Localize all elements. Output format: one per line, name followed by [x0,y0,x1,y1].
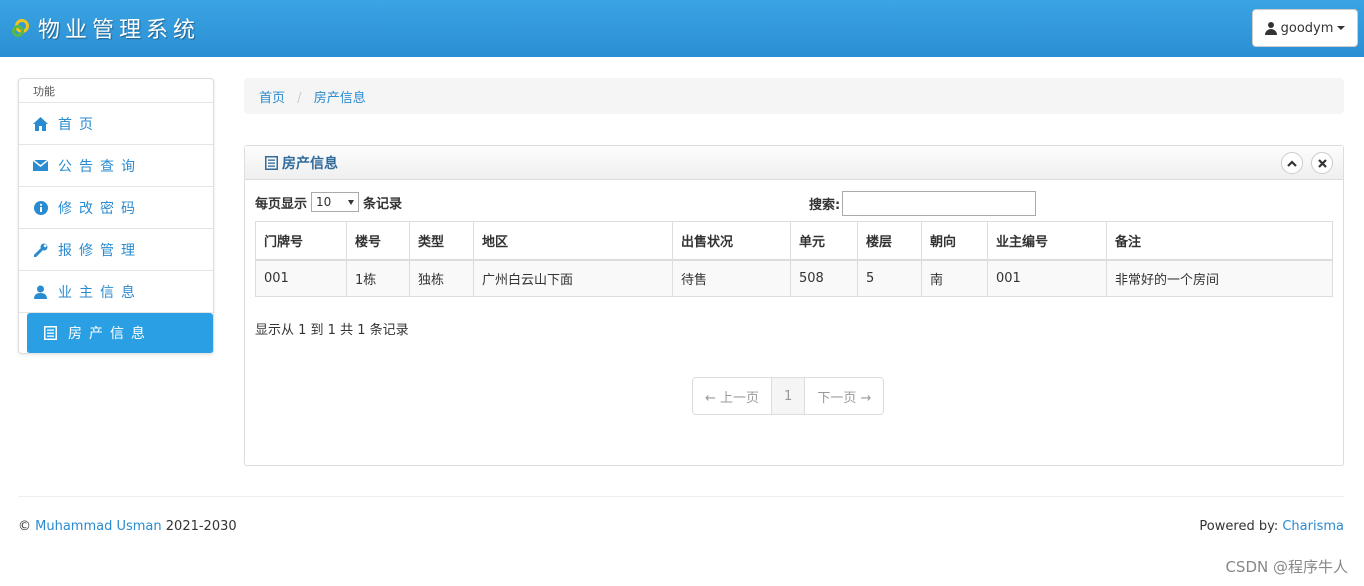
list-icon [43,326,58,341]
sidebar-item-properties[interactable]: 房产信息 [27,313,213,354]
envelope-icon [33,158,48,173]
breadcrumb-separator: / [297,91,302,106]
footer-powered: Powered by: Charisma [1199,519,1344,534]
page-length-prefix: 每页显示 [255,196,308,212]
table-cell: 508 [790,259,858,297]
sidebar-item-change-password[interactable]: 修改密码 [19,187,213,229]
user-icon [1264,21,1277,35]
author-link[interactable]: Muhammad Usman [35,519,162,534]
sidebar-item-label: 首页 [58,116,100,133]
table-cell: 广州白云山下面 [473,259,673,297]
copyright-years: 2021-2030 [165,519,237,534]
user-menu-button[interactable]: goodym [1252,9,1358,47]
pagination: ← 上一页 1 下一页 → [692,377,885,415]
sidebar-item-repairs[interactable]: 报修管理 [19,229,213,271]
search-label: 搜索: [809,198,841,213]
wrench-icon [33,242,48,257]
brand[interactable]: 物业管理系统 [12,12,200,44]
table-cell: 001 [255,259,347,297]
prev-page-button[interactable]: ← 上一页 [693,378,773,414]
column-header[interactable]: 出售状况 [672,221,791,261]
column-header[interactable]: 楼层 [857,221,922,261]
panel-title-text: 房产信息 [282,155,338,172]
user-icon [33,284,48,299]
user-name: goodym [1280,20,1334,36]
column-header[interactable]: 朝向 [921,221,988,261]
sidebar-item-notices[interactable]: 公告查询 [19,145,213,187]
page-length-suffix: 条记录 [363,196,403,212]
table-cell: 独栋 [409,259,474,297]
close-button[interactable] [1311,152,1333,174]
column-header[interactable]: 楼号 [346,221,410,261]
table-cell: 非常好的一个房间 [1106,259,1333,297]
panel-tools [1281,152,1333,174]
panel-title: 房产信息 [265,153,338,173]
sidebar-heading: 功能 [19,79,213,103]
app-title: 物业管理系统 [38,18,201,43]
logo-icon [12,17,34,39]
home-icon [33,116,48,131]
table-cell: 5 [857,259,922,297]
table-info: 显示从 1 到 1 共 1 条记录 [255,323,409,338]
table-cell: 001 [987,259,1107,297]
list-icon [265,155,278,170]
current-page-button[interactable]: 1 [772,378,806,414]
column-header[interactable]: 业主编号 [987,221,1107,261]
sidebar-item-label: 房产信息 [68,326,152,342]
panel-header: 房产信息 [245,146,1343,180]
powered-label: Powered by: [1199,519,1279,534]
powered-link[interactable]: Charisma [1282,519,1344,534]
footer-copyright: © Muhammad Usman 2021-2030 [18,519,237,534]
search-input[interactable] [842,191,1037,216]
footer-divider [18,496,1344,497]
sidebar-item-owners[interactable]: 业主信息 [19,271,213,313]
chevron-down-icon [348,199,355,205]
table-cell: 待售 [672,259,791,297]
copyright-symbol: © [18,519,31,534]
sidebar-item-label: 业主信息 [58,284,142,301]
page-length-control: 每页显示 10 条记录 [255,192,402,212]
page-length-value: 10 [316,195,332,209]
page-length-select[interactable]: 10 [311,192,360,212]
column-header[interactable]: 单元 [790,221,858,261]
column-header[interactable]: 备注 [1106,221,1333,261]
close-icon [1317,158,1327,168]
sidebar-item-home[interactable]: 首页 [19,103,213,145]
column-header[interactable]: 地区 [473,221,673,261]
watermark: CSDN @程序牛人 [1225,558,1348,576]
info-icon [33,200,48,215]
table-row[interactable]: 001 1栋 独栋 广州白云山下面 待售 508 5 南 001 非常好的一个房… [255,259,1333,297]
sidebar: 功能 首页 公告查询 修改密码 报修管理 业主信息 房产信息 [18,78,214,354]
top-navbar: 物业管理系统 goodym [0,0,1364,57]
breadcrumb-home-link[interactable]: 首页 [259,91,285,106]
sidebar-item-label: 修改密码 [58,200,142,217]
collapse-button[interactable] [1281,152,1303,174]
table-cell: 南 [921,259,988,297]
breadcrumb-current[interactable]: 房产信息 [314,91,366,106]
search-control: 搜索: [809,191,1037,216]
sidebar-item-label: 公告查询 [58,158,142,175]
column-header[interactable]: 门牌号 [255,221,347,261]
column-header[interactable]: 类型 [409,221,474,261]
next-page-button[interactable]: 下一页 → [805,378,883,414]
chevron-down-icon [1337,26,1346,30]
property-table: 门牌号 楼号 类型 地区 出售状况 单元 楼层 朝向 业主编号 备注 001 1… [255,221,1333,297]
property-panel: 房产信息 每页显示 10 条记录 搜索: 门牌号 楼号 类型 地区 出售状况 单… [244,145,1344,466]
table-cell: 1栋 [346,259,410,297]
chevron-up-icon [1287,159,1297,167]
table-header-row: 门牌号 楼号 类型 地区 出售状况 单元 楼层 朝向 业主编号 备注 [255,221,1333,261]
sidebar-item-label: 报修管理 [58,242,142,259]
breadcrumb: 首页 / 房产信息 [244,78,1344,114]
